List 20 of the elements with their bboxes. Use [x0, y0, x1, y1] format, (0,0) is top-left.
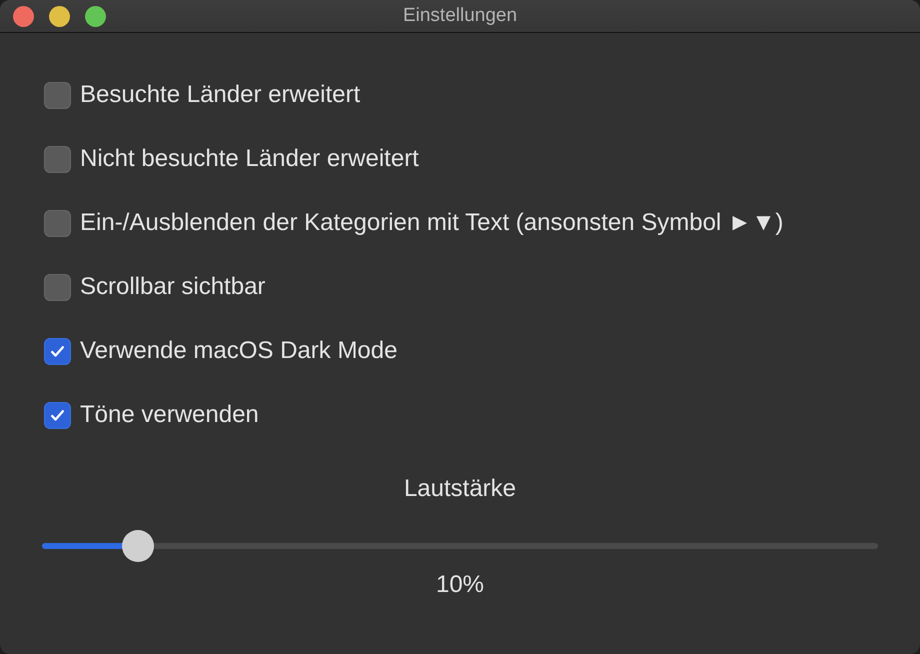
checkbox-label: Nicht besuchte Länder erweitert [80, 145, 419, 173]
checkbox[interactable] [44, 82, 71, 108]
volume-slider[interactable] [42, 530, 878, 562]
checkbox[interactable] [44, 402, 71, 428]
checkbox-label: Verwende macOS Dark Mode [80, 337, 398, 365]
checkbox-label: Ein-/Ausblenden der Kategorien mit Text (ansonsten Symbol ►▼) [80, 209, 784, 237]
window-title: Einstellungen [402, 5, 518, 27]
volume-reading: 10% [434, 571, 486, 599]
checkbox-label: Töne verwenden [80, 401, 259, 429]
checkbox[interactable] [44, 338, 71, 364]
checkbox-label: Scrollbar sichtbar [80, 273, 266, 301]
zoom-button[interactable] [85, 6, 106, 27]
slider-thumb[interactable] [122, 530, 154, 562]
checkbox-label: Besuchte Länder erweitert [80, 81, 360, 109]
checkbox[interactable] [44, 146, 71, 172]
volume-label: Lautstärke [402, 475, 518, 503]
close-button[interactable] [13, 6, 34, 27]
minimize-button[interactable] [49, 6, 70, 27]
checkbox[interactable] [44, 274, 71, 300]
checkbox[interactable] [44, 210, 71, 236]
